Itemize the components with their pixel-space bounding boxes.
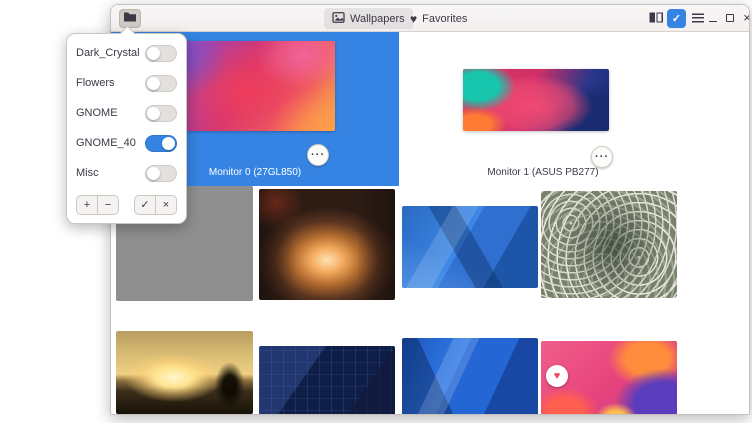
folder-name: GNOME: [76, 107, 118, 119]
close-icon: ×: [743, 11, 750, 25]
folder-name: Flowers: [76, 77, 115, 89]
desktop-background: Wallpapers ♥ Favorites ✓: [0, 0, 752, 423]
minimize-button[interactable]: [705, 10, 721, 26]
monitor-selector-row: ··· Monitor 0 (27GL850) ··· Monitor 1 (A…: [111, 32, 750, 186]
add-folder-button[interactable]: +: [76, 195, 98, 215]
dual-monitor-icon: [649, 11, 663, 26]
image-icon: [332, 12, 345, 26]
folder-row: Flowers: [76, 68, 177, 98]
close-button[interactable]: ×: [739, 10, 750, 26]
close-icon: ×: [163, 199, 169, 211]
folder-icon: [123, 11, 137, 26]
folder-row: Misc: [76, 158, 177, 188]
favorite-badge[interactable]: ♥: [546, 365, 568, 387]
tab-favorites-label: Favorites: [422, 13, 467, 25]
minus-icon: −: [105, 199, 111, 211]
folder-toggle[interactable]: [145, 45, 177, 62]
folder-name: Misc: [76, 167, 99, 179]
monitor-cell-1[interactable]: ··· Monitor 1 (ASUS PB277): [399, 32, 687, 186]
tab-wallpapers-label: Wallpapers: [350, 13, 405, 25]
heart-icon: ♥: [410, 12, 417, 26]
maximize-button[interactable]: [722, 10, 738, 26]
minimize-icon: [709, 15, 717, 22]
folder-row: GNOME: [76, 98, 177, 128]
remove-folder-button[interactable]: −: [97, 195, 119, 215]
tab-favorites[interactable]: ♥ Favorites: [402, 8, 475, 29]
toggle-knob: [147, 167, 160, 180]
toggle-knob: [147, 107, 160, 120]
header-bar: Wallpapers ♥ Favorites ✓: [111, 5, 749, 32]
tab-wallpapers[interactable]: Wallpapers: [324, 8, 413, 29]
monitor-1-wallpaper-preview[interactable]: [463, 69, 609, 131]
check-icon: ✓: [672, 12, 681, 25]
monitor-0-wallpaper-preview[interactable]: [175, 41, 335, 131]
plus-icon: +: [84, 199, 90, 211]
maximize-icon: [726, 14, 734, 22]
folder-toggle[interactable]: [145, 105, 177, 122]
wallpaper-thumbnail-aerial-forest[interactable]: [541, 191, 677, 298]
folder-toggle[interactable]: [145, 75, 177, 92]
popover-action-bar: + − ✓ ×: [76, 195, 177, 215]
toggle-knob: [147, 47, 160, 60]
folder-row: Dark_Crystal: [76, 38, 177, 68]
folder-name: Dark_Crystal: [76, 47, 140, 59]
wallpaper-thumbnail-blue-polygons-bright[interactable]: [402, 338, 538, 415]
toggle-knob: [162, 137, 175, 150]
wallpaper-thumbnail-savanna-sunrise[interactable]: [116, 331, 253, 414]
cancel-button[interactable]: ×: [155, 195, 177, 215]
folder-chooser-button[interactable]: [119, 9, 141, 28]
folder-popover: Dark_Crystal Flowers GNOME GNOME_40 Misc…: [66, 33, 187, 224]
monitor-1-label: Monitor 1 (ASUS PB277): [399, 167, 687, 178]
folder-toggle[interactable]: [145, 135, 177, 152]
wallpaper-thumbnail-forest-path[interactable]: [259, 189, 395, 300]
folder-name: GNOME_40: [76, 137, 136, 149]
toggle-knob: [147, 77, 160, 90]
folder-row: GNOME_40: [76, 128, 177, 158]
monitor-layout-button[interactable]: [646, 9, 665, 28]
folder-toggle[interactable]: [145, 165, 177, 182]
confirm-button[interactable]: ✓: [134, 195, 156, 215]
wallpaper-thumbnail-dark-blue-pattern[interactable]: [259, 346, 395, 415]
hamburger-menu-icon: [692, 11, 704, 26]
wallpaper-thumbnail-blue-polygons[interactable]: [402, 206, 538, 288]
monitor-0-options-button[interactable]: ···: [307, 144, 329, 166]
monitor-1-options-button[interactable]: ···: [591, 146, 613, 168]
heart-icon: ♥: [554, 371, 561, 382]
check-icon: ✓: [140, 199, 149, 211]
more-icon: ···: [311, 149, 325, 161]
more-icon: ···: [595, 151, 609, 163]
app-window: Wallpapers ♥ Favorites ✓: [110, 4, 750, 415]
wallpaper-thumbnail-colorful-abstract[interactable]: ♥: [541, 341, 677, 415]
apply-wallpapers-button[interactable]: ✓: [667, 9, 686, 28]
